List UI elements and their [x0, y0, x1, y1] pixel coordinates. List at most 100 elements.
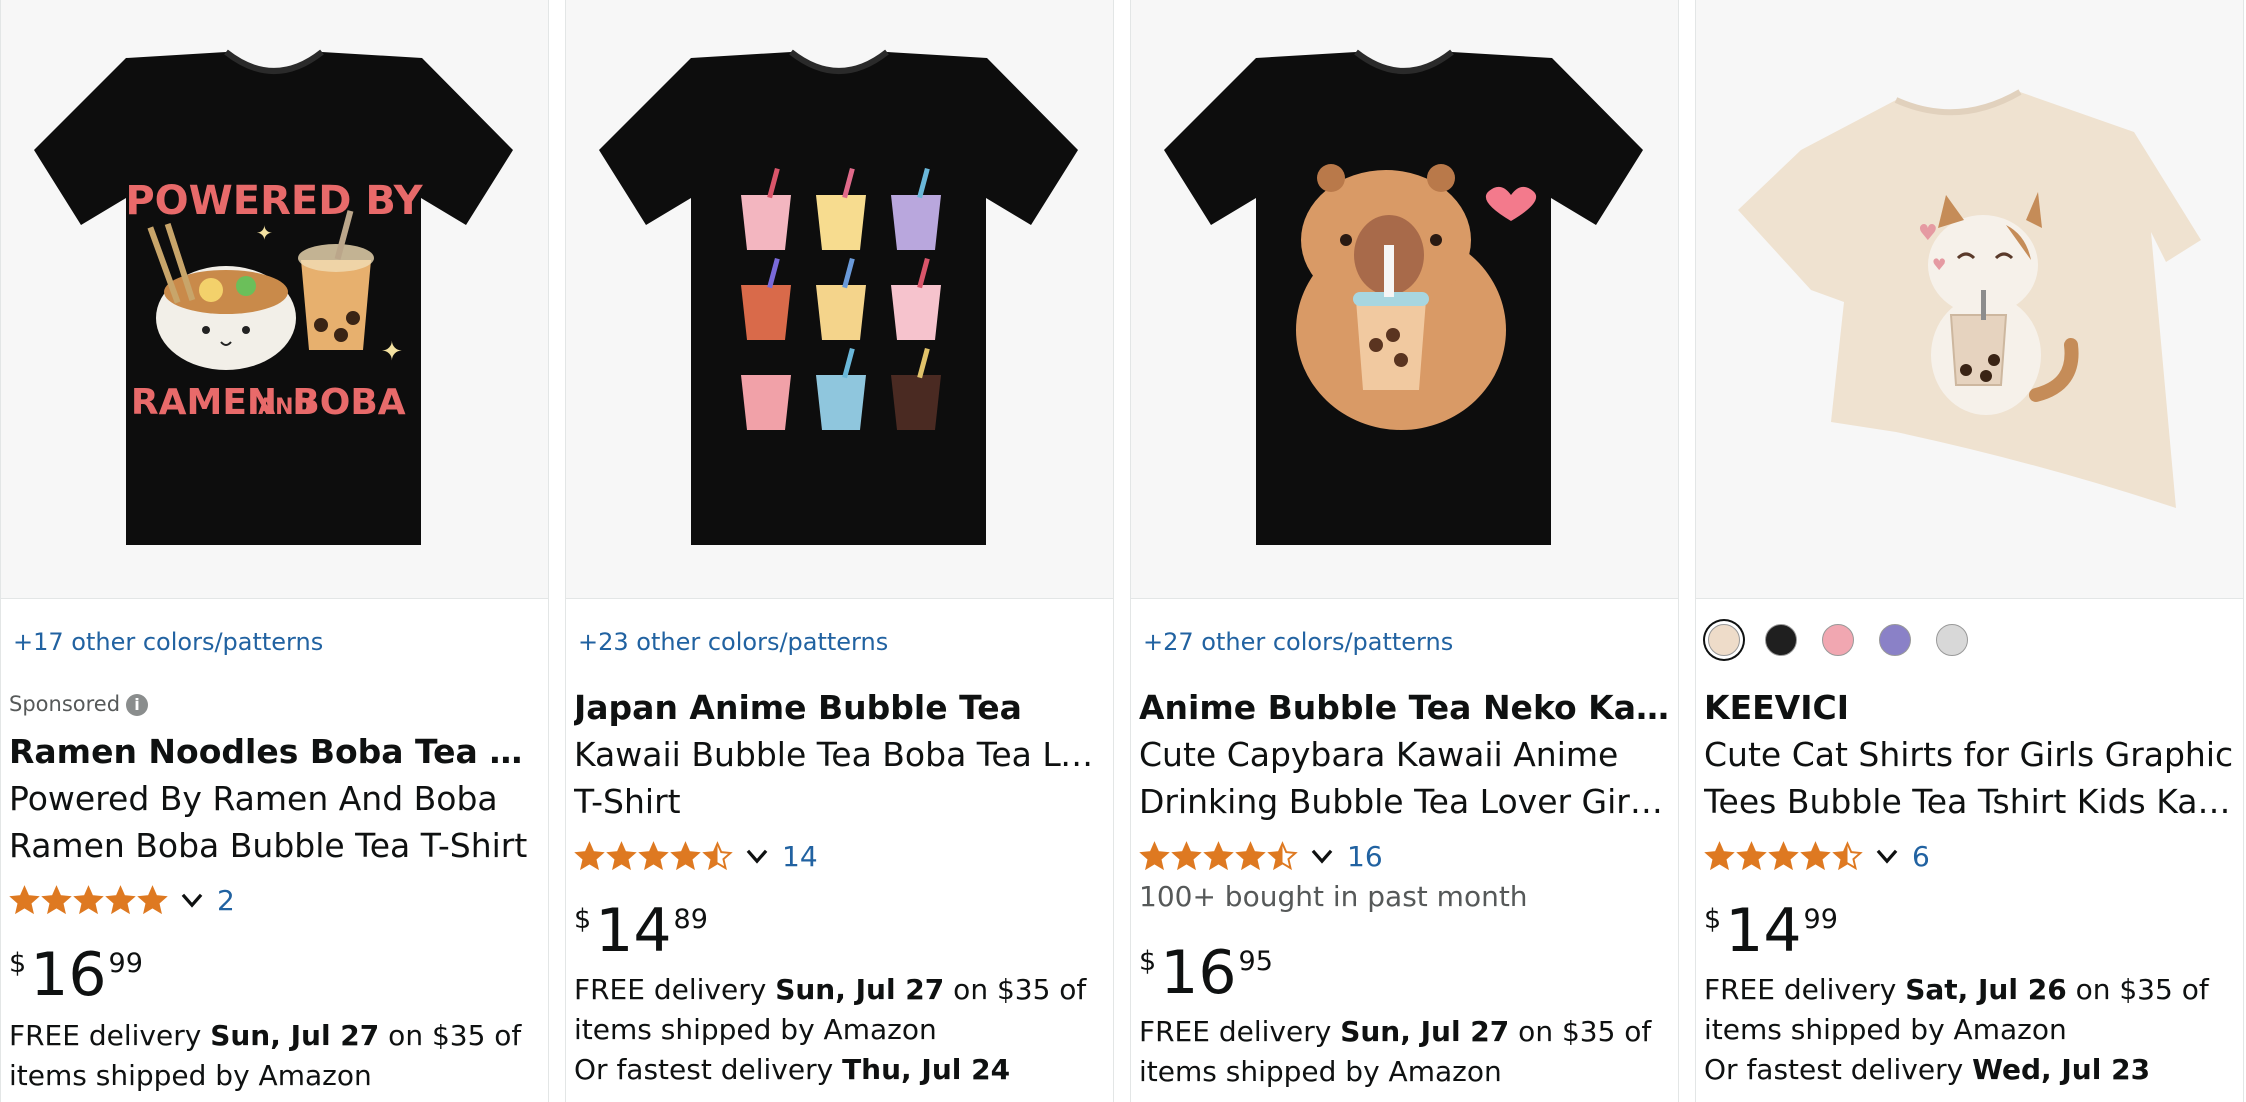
rating-count-link[interactable]: 14 — [782, 840, 818, 873]
other-colors-link[interactable]: +27 other colors/patterns — [1143, 628, 1453, 656]
product-brand[interactable]: Japan Anime Bubble Tea — [574, 684, 1104, 731]
price-whole: 14 — [595, 896, 672, 966]
rating-count-link[interactable]: 2 — [217, 884, 235, 917]
star-half-icon — [702, 840, 733, 870]
product-image[interactable] — [1131, 0, 1678, 599]
product-title-line2[interactable]: Tees Bubble Tea Tshirt Kids Kawaii… — [1704, 778, 2234, 825]
product-title-line1[interactable]: Kawaii Bubble Tea Boba Tea Lover — [574, 731, 1104, 778]
price-symbol: $ — [1139, 946, 1157, 977]
delivery-prefix: FREE delivery — [1139, 1015, 1341, 1048]
price-fraction: 99 — [108, 948, 143, 979]
delivery-date: Sun, Jul 27 — [210, 1019, 380, 1052]
product-price[interactable]: $ 14 89 — [574, 898, 708, 964]
product-rating[interactable]: 16 — [1139, 836, 1383, 876]
sponsored-label[interactable]: Sponsored i — [9, 692, 149, 716]
chevron-down-icon[interactable] — [179, 887, 205, 913]
product-card[interactable]: +23 other colors/patterns Japan Anime Bu… — [565, 0, 1114, 1102]
star-full-icon — [9, 884, 40, 914]
product-rating[interactable]: 14 — [574, 836, 818, 876]
color-swatch[interactable] — [1765, 624, 1798, 656]
price-symbol: $ — [574, 904, 592, 935]
delivery-info: FREE delivery Sat, Jul 26 on $35 of item… — [1704, 970, 2239, 1090]
rating-count-link[interactable]: 6 — [1912, 840, 1930, 873]
price-whole: 16 — [1160, 938, 1237, 1008]
product-card[interactable]: POWERED BY RAMEN AND BOBA ✦ ✦ +17 other … — [0, 0, 549, 1102]
product-brand[interactable]: KEEVICI — [1704, 684, 2234, 731]
star-full-icon — [41, 884, 72, 914]
color-swatches — [1708, 624, 1988, 662]
product-card[interactable]: ♥ ♥ KEEVICI Cute Cat Shirts for Girls Gr… — [1695, 0, 2244, 1102]
star-full-icon — [1800, 840, 1831, 870]
delivery-prefix: FREE delivery — [1704, 973, 1906, 1006]
price-symbol: $ — [1704, 904, 1722, 935]
star-full-icon — [137, 884, 168, 914]
product-price[interactable]: $ 14 99 — [1704, 898, 1838, 964]
tshirt-bubble-tea-cups-icon — [599, 49, 1078, 545]
chevron-down-icon[interactable] — [1309, 843, 1335, 869]
star-full-icon — [606, 840, 637, 870]
delivery-info: FREE delivery Sun, Jul 27 on $35 of item… — [9, 1016, 544, 1096]
product-image[interactable]: ♥ ♥ — [1696, 0, 2243, 599]
fastest-delivery-date: Thu, Jul 24 — [842, 1053, 1011, 1086]
product-title-line2[interactable]: Drinking Bubble Tea Lover Girls T-… — [1139, 778, 1669, 825]
chevron-down-icon[interactable] — [744, 843, 770, 869]
sponsored-text: Sponsored — [9, 692, 121, 716]
product-title[interactable]: Japan Anime Bubble Tea Kawaii Bubble Tea… — [574, 684, 1104, 825]
star-full-icon — [1203, 840, 1234, 870]
delivery-info: FREE delivery Sun, Jul 27 on $35 of item… — [574, 970, 1109, 1090]
svg-text:✦: ✦ — [256, 221, 273, 245]
product-image[interactable]: POWERED BY RAMEN AND BOBA ✦ ✦ — [1, 0, 548, 599]
tshirt-ramen-boba-icon: POWERED BY RAMEN AND BOBA ✦ ✦ — [34, 49, 513, 545]
product-price[interactable]: $ 16 95 — [1139, 940, 1273, 1006]
info-icon[interactable]: i — [126, 694, 149, 716]
color-swatch[interactable] — [1936, 624, 1969, 656]
price-fraction: 95 — [1238, 946, 1273, 977]
product-title-line1[interactable]: Powered By Ramen And Boba — [9, 775, 539, 822]
other-colors-link[interactable]: +17 other colors/patterns — [13, 628, 323, 656]
delivery-date: Sun, Jul 27 — [775, 973, 945, 1006]
product-title[interactable]: Ramen Noodles Boba Tea Tee Shirt Powered… — [9, 728, 539, 869]
color-swatch[interactable] — [1822, 624, 1855, 656]
star-full-icon — [1235, 840, 1266, 870]
star-rating — [574, 840, 734, 872]
star-rating — [1139, 840, 1299, 872]
star-full-icon — [1736, 840, 1767, 870]
rating-count-link[interactable]: 16 — [1347, 840, 1383, 873]
product-title-line1[interactable]: Cute Capybara Kawaii Anime — [1139, 731, 1669, 778]
delivery-prefix: FREE delivery — [9, 1019, 211, 1052]
product-rating[interactable]: 6 — [1704, 836, 1930, 876]
product-title-line2[interactable]: Ramen Boba Bubble Tea T-Shirt — [9, 822, 539, 869]
shirt-text-line1: POWERED BY — [125, 178, 423, 224]
chevron-down-icon[interactable] — [1874, 843, 1900, 869]
product-title[interactable]: Anime Bubble Tea Neko Kawaii… Cute Capyb… — [1139, 684, 1669, 825]
star-full-icon — [1768, 840, 1799, 870]
tshirt-cat-boba-icon: ♥ ♥ — [1738, 89, 2201, 508]
fastest-delivery-date: Wed, Jul 23 — [1972, 1053, 2151, 1086]
product-title-line1[interactable]: Cute Cat Shirts for Girls Graphic — [1704, 731, 2234, 778]
star-half-icon — [1832, 840, 1863, 870]
color-swatch[interactable] — [1879, 624, 1912, 656]
price-fraction: 89 — [673, 904, 708, 935]
product-title[interactable]: KEEVICI Cute Cat Shirts for Girls Graphi… — [1704, 684, 2234, 825]
fastest-delivery-prefix: Or fastest delivery — [574, 1053, 843, 1086]
product-image[interactable] — [566, 0, 1113, 599]
product-brand[interactable]: Ramen Noodles Boba Tea Tee Shirt — [9, 728, 539, 775]
bought-count: 100+ bought in past month — [1139, 880, 1528, 913]
svg-text:✦: ✦ — [381, 337, 403, 367]
product-brand[interactable]: Anime Bubble Tea Neko Kawaii… — [1139, 684, 1669, 731]
star-full-icon — [1171, 840, 1202, 870]
search-results-grid: POWERED BY RAMEN AND BOBA ✦ ✦ +17 other … — [0, 0, 2246, 1102]
color-swatch[interactable] — [1708, 624, 1740, 656]
svg-text:♥: ♥ — [1918, 221, 1938, 246]
product-rating[interactable]: 2 — [9, 880, 235, 920]
svg-text:♥: ♥ — [1932, 255, 1946, 274]
price-whole: 16 — [30, 940, 107, 1010]
star-full-icon — [73, 884, 104, 914]
other-colors-link[interactable]: +23 other colors/patterns — [578, 628, 888, 656]
shirt-text-line2: RAMEN — [131, 382, 277, 423]
product-price[interactable]: $ 16 99 — [9, 942, 143, 1008]
star-full-icon — [1139, 840, 1170, 870]
product-card[interactable]: +27 other colors/patterns Anime Bubble T… — [1130, 0, 1679, 1102]
delivery-date: Sat, Jul 26 — [1905, 973, 2067, 1006]
product-title-line2[interactable]: T-Shirt — [574, 778, 1104, 825]
